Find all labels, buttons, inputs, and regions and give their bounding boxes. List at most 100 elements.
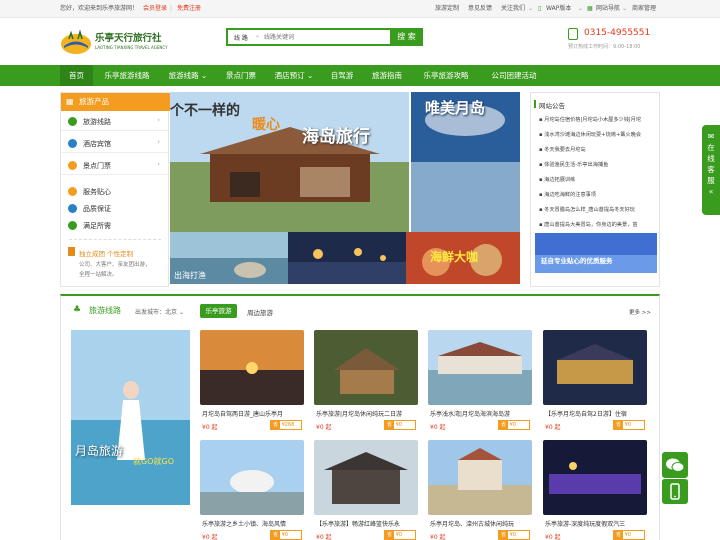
mobile-site-button[interactable] — [662, 478, 688, 504]
product-card[interactable]: 乐亭旅游之乡土小镇、海岛风情 ¥0 起 省 ¥0 — [200, 440, 304, 540]
online-service-tab[interactable]: ✉ 在线客服 « — [702, 125, 720, 215]
banner-thumb-night[interactable] — [288, 232, 406, 284]
product-card[interactable]: 月坨岛自驾两日游_唐山乐亭月 ¥0 起 省 ¥268 — [200, 330, 304, 436]
feature-label: 满足所需 — [83, 222, 111, 230]
search-button[interactable]: 搜 索 — [390, 28, 423, 46]
chevron-right-icon: › — [157, 116, 160, 124]
topbar-link-custom[interactable]: 旅游定制 — [435, 5, 459, 13]
nav-selfdrive[interactable]: 自驾游 — [323, 65, 361, 86]
product-title[interactable]: 乐亭浅水湾|月坨岛海滨海岛游 — [430, 409, 530, 418]
product-photo — [200, 440, 304, 515]
nav-tickets[interactable]: 景点门票 — [218, 65, 264, 86]
announcement-item[interactable]: ▪ 冬天我要去月坨岛 — [539, 146, 657, 153]
nav-strategy[interactable]: 乐亭旅游攻略 — [414, 65, 478, 86]
menu-item-routes[interactable]: 旅游线路 › — [61, 113, 168, 131]
more-link[interactable]: 更多 >> — [629, 308, 651, 316]
announcement-item[interactable]: ▪ 月坨岛住宿价格|月坨岛小木屋多少钱|月坨 — [539, 116, 657, 123]
login-link[interactable]: 会员登录 — [143, 5, 167, 13]
topbar-link-feedback[interactable]: 意见反馈 — [468, 5, 492, 13]
featured-image[interactable]: 月岛旅游 就GO就GO — [71, 330, 190, 505]
banner-thumb-caption: 出海打渔 — [174, 271, 206, 280]
announcement-text: 月坨岛住宿价格|月坨岛小木屋多少钱|月坨 — [544, 117, 642, 123]
tab-laoting-travel[interactable]: 乐亭旅游 — [200, 304, 237, 318]
featured-caption: 月岛旅游 — [75, 444, 124, 458]
banner-thumb-fishing[interactable]: 出海打渔 — [170, 232, 288, 284]
chevron-down-icon: ⌄ — [578, 5, 584, 12]
discount-badge: 省 ¥0 — [613, 420, 645, 430]
product-title[interactable]: 乐亭旅游之乡土小镇、海岛风情 — [202, 519, 302, 528]
topbar-link-wap[interactable]: WAP版本 — [546, 5, 571, 13]
ticket-icon — [68, 161, 77, 170]
product-title[interactable]: 乐亭旅游-深度纯玩度假双汽三 — [545, 519, 645, 528]
discount-label: 省 — [499, 421, 509, 429]
search-input[interactable] — [264, 31, 384, 43]
nav-teambuilding[interactable]: 公司团建活动 — [482, 65, 546, 86]
product-title[interactable]: 【乐亭月坨岛自驾2日游】住宿 — [545, 409, 645, 418]
chevron-right-icon: › — [157, 138, 160, 146]
announcement-item[interactable]: ▪ 海边吃海鲜的注意事项 — [539, 191, 657, 198]
feature-label: 服务贴心 — [83, 188, 111, 196]
product-price: ¥0 起 — [545, 424, 561, 431]
banner-headline: 海岛旅行 — [302, 127, 370, 147]
topbar-link-merchant[interactable]: 商家管理 — [632, 5, 656, 13]
hotline-number: 0315-4955551 — [584, 28, 651, 38]
menu-item-tickets[interactable]: 景点门票 › — [61, 157, 168, 175]
discount-label: 省 — [499, 531, 509, 539]
topbar-link-sitemap[interactable]: 网站导航 — [596, 5, 620, 13]
announcement-panel: 网站公告 ▪ 月坨岛住宿价格|月坨岛小木屋多少钱|月坨 ▪ 浅水湾沙滩海边休闲玩… — [530, 92, 660, 287]
discount-value: ¥0 — [624, 422, 631, 428]
search-category-select[interactable]: 线 路 — [234, 33, 248, 42]
banner-thumb-seafood[interactable]: 海鲜大咖 — [406, 232, 520, 284]
main-nav: 首页 乐亭旅游线路 旅游线路 ⌄ 景点门票 酒店预订 ⌄ 自驾游 旅游指南 乐亭… — [0, 65, 720, 86]
product-price: ¥0 起 — [202, 424, 218, 431]
nav-routes[interactable]: 旅游线路 ⌄ — [163, 65, 213, 86]
palm-tree-icon: ♣ — [73, 305, 82, 315]
departure-city-select[interactable]: 出发城市：北京 ⌄ — [135, 307, 184, 316]
product-card[interactable]: 【乐亭月坨岛自驾2日游】住宿 ¥0 起 省 ¥0 — [543, 330, 647, 436]
announcement-text: 体验渔民生活-乐亭出海捕鱼 — [544, 162, 609, 168]
product-card[interactable]: 乐亭月坨岛、滦州古城休闲纯玩 ¥0 起 省 ¥0 — [428, 440, 532, 540]
banner-thumb-caption: 海鲜大咖 — [430, 250, 479, 264]
feature-service: 服务贴心 — [61, 183, 168, 201]
service-banner[interactable]: 延自专业贴心的优质服务 — [535, 233, 657, 273]
announcement-title: 网站公告 — [539, 102, 565, 110]
product-card[interactable]: 乐亭旅游-深度纯玩度假双汽三 ¥0 起 省 ¥0 — [543, 440, 647, 540]
discount-badge: 省 ¥0 — [384, 420, 416, 430]
discount-value: ¥0 — [395, 532, 402, 538]
nav-laoting-routes[interactable]: 乐亭旅游线路 — [95, 65, 159, 86]
chevron-down-icon: ⌄ — [255, 32, 261, 39]
nav-guide[interactable]: 旅游指南 — [364, 65, 410, 86]
product-card[interactable]: 乐亭旅游|月坨岛休闲纯玩二日游 ¥0 起 省 ¥0 — [314, 330, 418, 436]
promo-title[interactable]: 独立成团 个性定制 — [79, 248, 133, 258]
register-link[interactable]: 免费注册 — [177, 5, 201, 13]
announcement-item[interactable]: ▪ 体验渔民生活-乐亭出海捕鱼 — [539, 161, 657, 168]
hero-banner[interactable]: 个不一样的 暖心 海岛旅行 唯美月岛 — [170, 92, 520, 232]
chevron-down-icon: ⌄ — [307, 71, 314, 80]
product-title[interactable]: 月坨岛自驾两日游_唐山乐亭月 — [202, 409, 302, 418]
discount-label: 省 — [385, 421, 395, 429]
topbar-link-follow[interactable]: 关注我们 — [501, 5, 525, 13]
product-card[interactable]: 乐亭浅水湾|月坨岛海滨海岛游 ¥0 起 省 ¥0 — [428, 330, 532, 436]
beach-illustration — [71, 330, 190, 505]
product-title[interactable]: 【乐亭旅游】畅游红峰篮快乐永 — [316, 519, 416, 528]
announcement-item[interactable]: ▪ 唐山菩提岛大美冒岛，你身边的美景，苗 — [539, 221, 657, 228]
announcement-item[interactable]: ▪ 海边拓展训练 — [539, 176, 657, 183]
wechat-button[interactable] — [662, 452, 688, 478]
nav-home[interactable]: 首页 — [60, 65, 93, 86]
product-menu-title: 旅游产品 — [79, 97, 109, 106]
section-title: 旅游线路 — [89, 306, 121, 315]
announcement-item[interactable]: ▪ 冬天冒腊岛怎么样_唐山菩提岛冬天好玩 — [539, 206, 657, 213]
menu-item-hotels[interactable]: 酒店宾馆 › — [61, 135, 168, 153]
discount-value: ¥0 — [509, 532, 516, 538]
product-title[interactable]: 乐亭旅游|月坨岛休闲纯玩二日游 — [316, 409, 416, 418]
product-menu: ▦ 旅游产品 旅游线路 › 酒店宾馆 › 景点门票 › 服务贴心 品质保证 满足… — [60, 92, 170, 287]
discount-badge: 省 ¥0 — [498, 530, 530, 540]
feature-label: 品质保证 — [83, 205, 111, 213]
tab-nearby-travel[interactable]: 周边旅游 — [247, 307, 273, 317]
nav-hotels[interactable]: 酒店预订 ⌄ — [268, 65, 320, 86]
announcement-item[interactable]: ▪ 浅水湾沙滩海边休闲玩耍+烧烤+篝火晚会 — [539, 131, 657, 138]
discount-badge: 省 ¥268 — [270, 420, 302, 430]
product-card[interactable]: 【乐亭旅游】畅游红峰篮快乐永 ¥0 起 省 ¥0 — [314, 440, 418, 540]
announcement-text: 唐山菩提岛大美冒岛，你身边的美景，苗 — [544, 222, 638, 228]
product-title[interactable]: 乐亭月坨岛、滦州古城休闲纯玩 — [430, 519, 530, 528]
